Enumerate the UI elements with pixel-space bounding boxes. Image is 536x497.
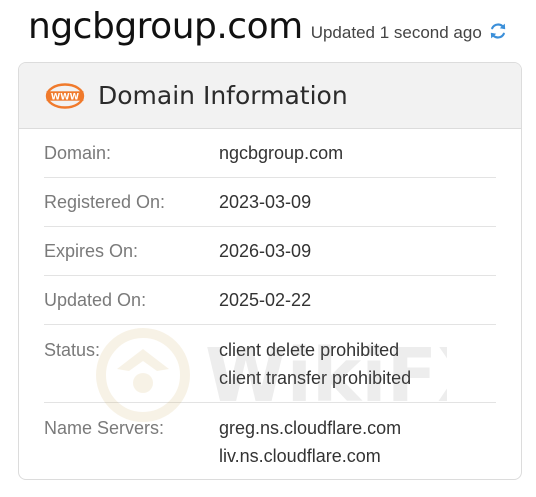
- row-expires-on: Expires On: 2026-03-09: [44, 227, 496, 276]
- value-line: liv.ns.cloudflare.com: [219, 446, 381, 466]
- row-label: Status:: [44, 340, 101, 360]
- updated-status: Updated 1 second ago: [310, 23, 482, 42]
- value-line: 2026-03-09: [219, 241, 312, 261]
- row-value: client delete prohibited client transfer…: [219, 336, 411, 392]
- value-line: greg.ns.cloudflare.com: [219, 418, 402, 438]
- row-value: greg.ns.cloudflare.com liv.ns.cloudflare…: [219, 414, 401, 470]
- www-icon-text: WWW: [51, 92, 80, 102]
- row-value: 2025-02-22: [219, 286, 311, 314]
- row-value: ngcbgroup.com: [219, 139, 343, 167]
- row-domain: Domain: ngcbgroup.com: [44, 129, 496, 178]
- www-globe-icon: WWW: [45, 82, 85, 109]
- row-value: 2026-03-09: [219, 237, 311, 265]
- row-updated-on: Updated On: 2025-02-22: [44, 276, 496, 325]
- row-name-servers: Name Servers: greg.ns.cloudflare.com liv…: [44, 403, 496, 479]
- row-status: Status: client delete prohibited client …: [44, 325, 496, 403]
- row-label: Name Servers:: [44, 418, 165, 438]
- info-rows: WikiFX Domain: ngcbgroup.com Registered …: [19, 129, 521, 479]
- refresh-icon[interactable]: [488, 21, 508, 41]
- row-registered-on: Registered On: 2023-03-09: [44, 178, 496, 227]
- row-value: 2023-03-09: [219, 188, 311, 216]
- row-label: Expires On:: [44, 241, 139, 261]
- value-line: ngcbgroup.com: [219, 143, 344, 163]
- value-line: 2023-03-09: [219, 192, 312, 212]
- card-header: WWW Domain Information: [19, 63, 521, 129]
- row-label: Updated On:: [44, 290, 147, 310]
- domain-title: ngcbgroup.com: [28, 6, 303, 47]
- value-line: client delete prohibited: [219, 340, 400, 360]
- domain-info-card: WWW Domain Information WikiFX Domain: ng…: [18, 62, 522, 480]
- card-title: Domain Information: [98, 81, 348, 110]
- value-line: 2025-02-22: [219, 290, 312, 310]
- value-line: client transfer prohibited: [219, 368, 412, 388]
- page-header: ngcbgroup.com Updated 1 second ago: [28, 6, 508, 52]
- row-label: Registered On:: [44, 192, 166, 212]
- row-label: Domain:: [44, 143, 112, 163]
